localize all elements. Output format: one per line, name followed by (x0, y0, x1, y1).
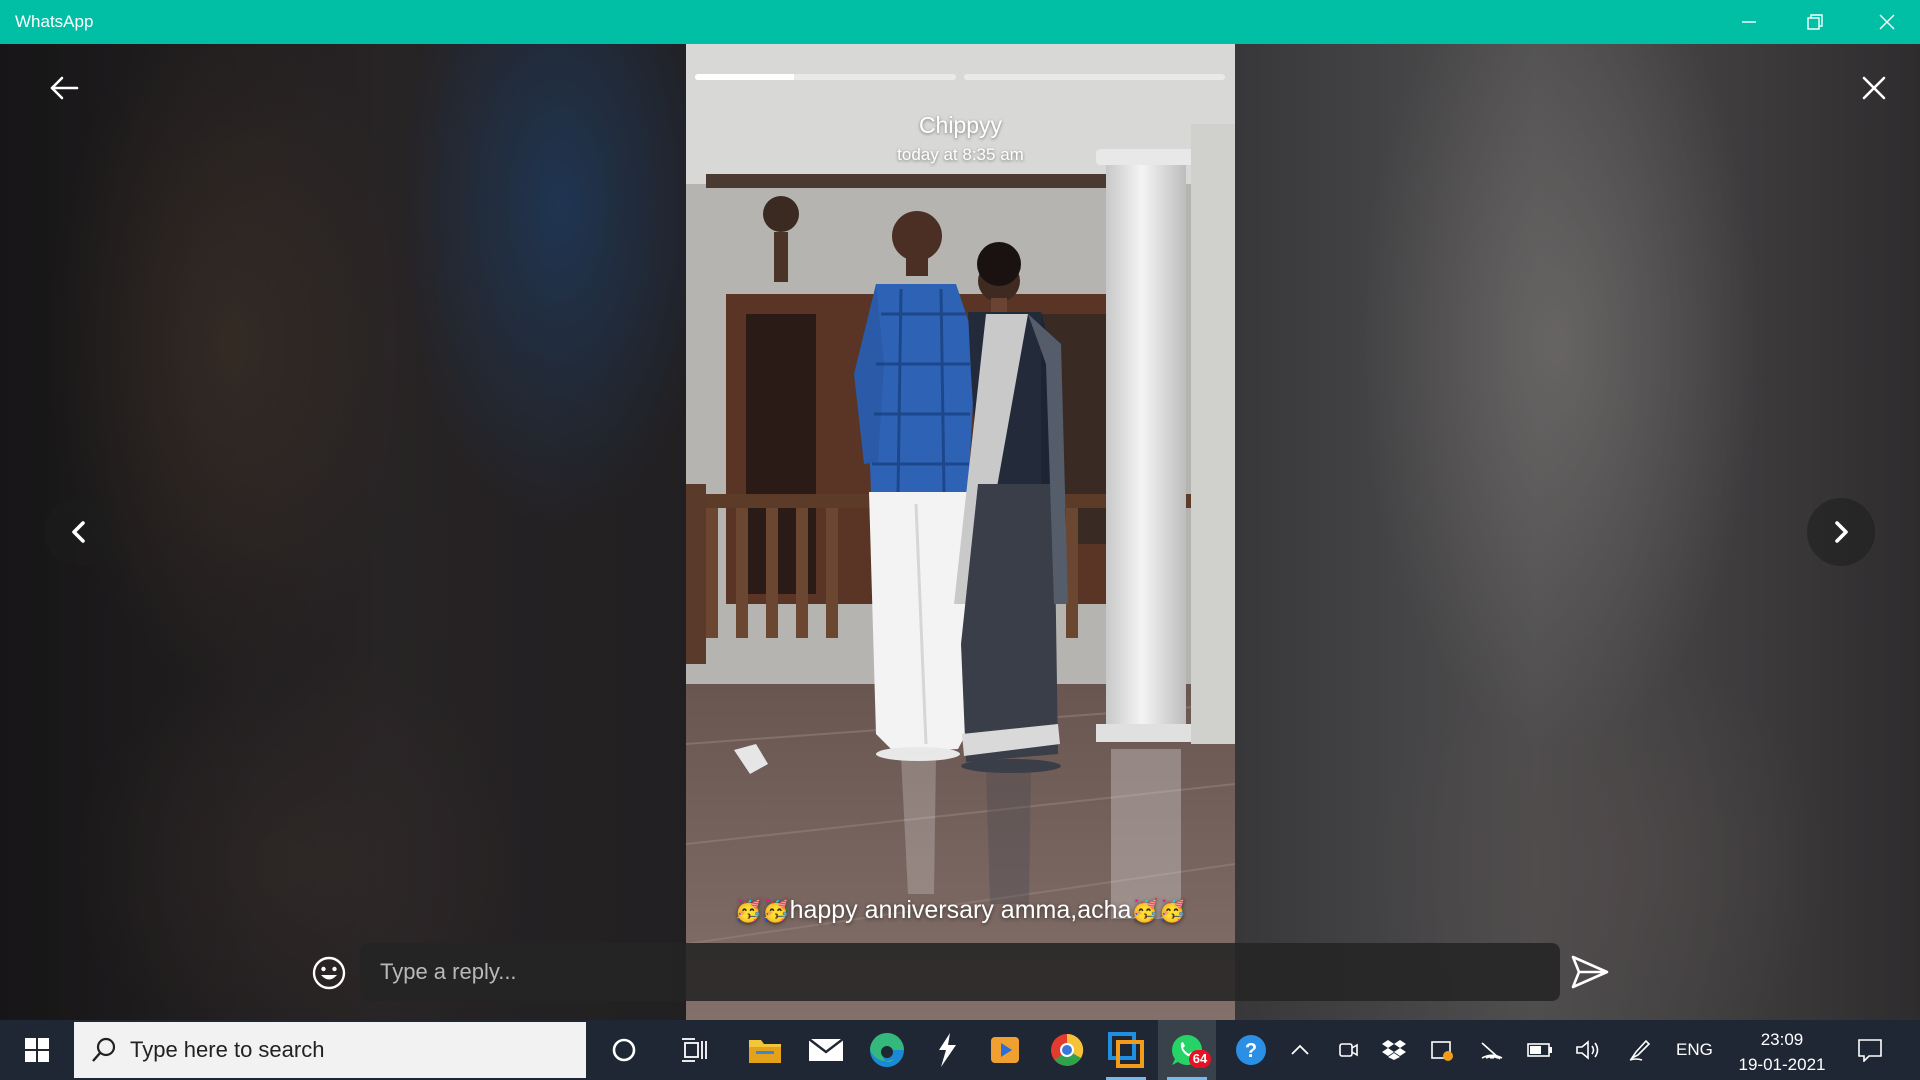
minimize-icon (1742, 21, 1756, 23)
chrome-icon (1051, 1033, 1084, 1066)
edge-icon (870, 1033, 904, 1067)
progress-fill (695, 74, 795, 80)
minimize-button[interactable] (1716, 0, 1782, 44)
search-placeholder: Type here to search (130, 1037, 325, 1062)
window-close-button[interactable] (1854, 0, 1920, 44)
cortana-icon (612, 1038, 636, 1062)
close-icon (1879, 14, 1895, 30)
start-button[interactable] (8, 1020, 66, 1080)
show-hidden-icons-chevron (1291, 1044, 1309, 1055)
restore-icon (1807, 14, 1823, 30)
progress-segment (695, 74, 956, 80)
status-photo[interactable]: Chippyy today at 8:35 am 🥳🥳happy anniver… (686, 44, 1235, 1020)
progress-segment (964, 74, 1225, 80)
meet-now-icon (1339, 1043, 1358, 1057)
notification-center-icon (1858, 1039, 1882, 1062)
status-caption: 🥳🥳happy anniversary amma,acha🥳🥳 (686, 896, 1235, 925)
search-icon (92, 1037, 116, 1062)
restore-button[interactable] (1782, 0, 1848, 44)
task-view-button[interactable] (666, 1020, 724, 1080)
back-button[interactable] (42, 66, 86, 110)
pen-icon (1629, 1039, 1651, 1061)
volume-button[interactable] (1566, 1020, 1610, 1080)
help-button[interactable]: ? (1222, 1020, 1280, 1080)
send-icon (1571, 955, 1609, 989)
file-explorer-button[interactable] (736, 1020, 794, 1080)
show-hidden-icons-button[interactable] (1278, 1020, 1322, 1080)
next-status-button[interactable] (1807, 498, 1875, 566)
smiley-icon (312, 956, 346, 990)
cortana-button[interactable] (595, 1020, 653, 1080)
taskbar-search[interactable]: Type here to search (74, 1022, 586, 1078)
status-photo-illustration (686, 44, 1235, 1020)
svg-text:?: ? (1245, 1040, 1257, 1062)
pen-workspace-button[interactable] (1618, 1020, 1662, 1080)
close-viewer-button[interactable] (1852, 66, 1896, 110)
next-status-icon (1835, 521, 1848, 543)
party-face-emoji: 🥳🥳 (1131, 899, 1187, 924)
previous-status-icon (72, 521, 85, 543)
wifi-icon (1481, 1042, 1503, 1060)
app-title: WhatsApp (15, 12, 94, 31)
whatsapp-taskbar-button[interactable]: 64 (1158, 1020, 1216, 1080)
back-arrow-icon (50, 76, 79, 100)
edge-button[interactable] (858, 1020, 916, 1080)
reply-input[interactable] (360, 943, 1560, 1001)
wifi-button[interactable] (1470, 1020, 1514, 1080)
emoji-button[interactable] (308, 952, 350, 994)
battery-icon (1527, 1043, 1552, 1057)
screen-sketch-button[interactable] (1420, 1020, 1464, 1080)
clock-date: 19-01-2021 (1738, 1055, 1826, 1074)
notification-badge: 64 (1189, 1050, 1211, 1068)
snip-tool-icon (1108, 1032, 1144, 1068)
mail-button[interactable] (797, 1020, 855, 1080)
battery-button[interactable] (1518, 1020, 1562, 1080)
mail-icon (808, 1038, 844, 1061)
clock-time: 23:09 (1760, 1030, 1804, 1049)
previous-status-button[interactable] (45, 498, 113, 566)
close-viewer-icon (1862, 76, 1886, 100)
status-progress (695, 74, 1225, 80)
file-explorer-icon (749, 1040, 781, 1063)
media-player-button[interactable] (976, 1020, 1034, 1080)
chrome-button[interactable] (1038, 1020, 1096, 1080)
dropbox-button[interactable] (1372, 1020, 1416, 1080)
party-face-emoji: 🥳🥳 (734, 899, 790, 924)
send-button[interactable] (1566, 950, 1614, 994)
title-bar: WhatsApp (0, 0, 1920, 44)
volume-icon (1576, 1040, 1599, 1060)
media-player-icon (991, 1037, 1019, 1063)
action-center-button[interactable] (1848, 1020, 1892, 1080)
caption-text: happy anniversary amma,acha (789, 896, 1132, 924)
taskbar-clock[interactable]: 23:09 19-01-2021 (1726, 1027, 1838, 1077)
snip-tool-button[interactable] (1097, 1020, 1155, 1080)
status-viewer: Chippyy today at 8:35 am 🥳🥳happy anniver… (0, 44, 1920, 1020)
status-timestamp: today at 8:35 am (897, 145, 1024, 164)
task-view-icon (682, 1038, 707, 1062)
input-language[interactable]: ENG (1676, 1040, 1713, 1060)
taskbar: Type here to search 64 ? ENG 23:09 19-01… (0, 1020, 1920, 1080)
winamp-icon (939, 1033, 956, 1067)
meet-now-button[interactable] (1326, 1020, 1370, 1080)
dropbox-icon (1382, 1040, 1406, 1060)
help-icon: ? (1236, 1035, 1266, 1065)
status-contact-name[interactable]: Chippyy (686, 112, 1235, 139)
windows-start-icon (25, 1038, 49, 1062)
winamp-button[interactable] (918, 1020, 976, 1080)
screen-sketch-icon (1431, 1041, 1453, 1061)
